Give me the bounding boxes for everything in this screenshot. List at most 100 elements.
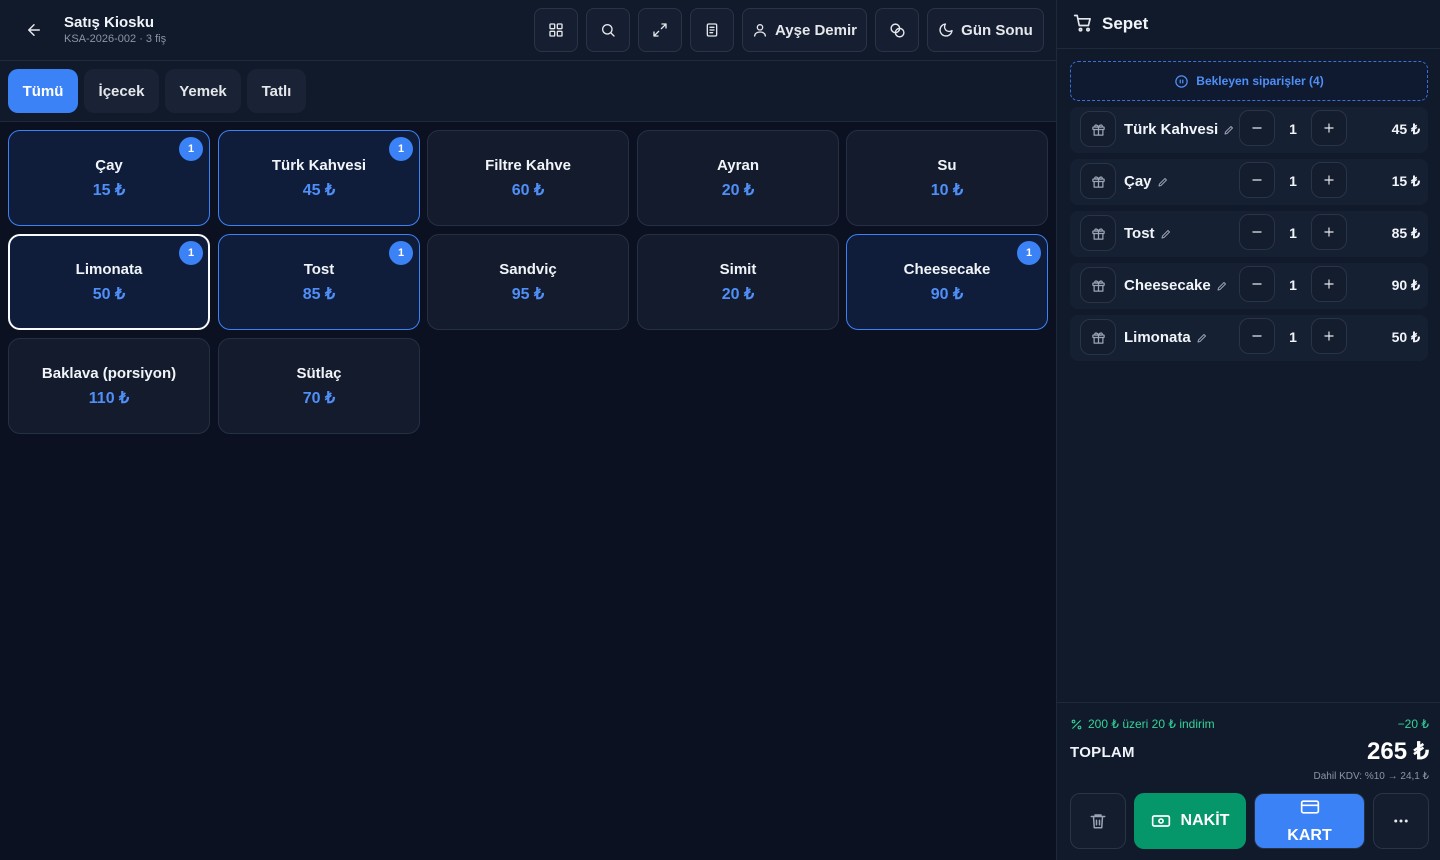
tab-drinks[interactable]: İçecek	[84, 69, 159, 113]
clear-cart-button[interactable]	[1070, 793, 1126, 849]
search-button[interactable]	[586, 8, 630, 52]
cart-item-qty: 1	[1289, 121, 1297, 137]
card-payment-button[interactable]: KART	[1254, 793, 1365, 849]
discount-amount: −20 ₺	[1397, 717, 1429, 731]
pencil-icon	[1157, 176, 1169, 188]
cart-icon	[1073, 13, 1093, 33]
decrease-qty-button[interactable]	[1239, 318, 1275, 354]
gift-button[interactable]	[1080, 111, 1116, 147]
user-button[interactable]: Ayşe Demir	[742, 8, 867, 52]
increase-qty-button[interactable]	[1311, 266, 1347, 302]
product-card[interactable]: Su 10 ₺	[846, 130, 1048, 226]
product-card[interactable]: Cheesecake 90 ₺ 1	[846, 234, 1048, 330]
grid-icon	[548, 22, 564, 38]
cart-item-name[interactable]: Cheesecake	[1124, 277, 1228, 294]
cash-drawer-button[interactable]	[875, 8, 919, 52]
gift-button[interactable]	[1080, 163, 1116, 199]
pending-orders-button[interactable]: Bekleyen siparişler (4)	[1070, 61, 1428, 101]
decrease-qty-button[interactable]	[1239, 110, 1275, 146]
cart-item-row: Cheesecake 1 90 ₺	[1070, 263, 1428, 309]
cart-item-label: Cheesecake	[1124, 277, 1211, 294]
product-name: Cheesecake	[903, 260, 991, 278]
decrease-qty-button[interactable]	[1239, 266, 1275, 302]
vat-info: Dahil KDV: %10 → 24,1 ₺	[1313, 771, 1430, 782]
product-name: Simit	[719, 260, 757, 278]
cart-item-name[interactable]: Limonata	[1124, 329, 1208, 346]
cash-payment-button[interactable]: NAKİT	[1134, 793, 1246, 849]
cart-item-price: 90 ₺	[1391, 277, 1420, 293]
product-card[interactable]: Türk Kahvesi 45 ₺ 1	[218, 130, 420, 226]
receipt-icon	[704, 22, 720, 38]
product-price: 60 ₺	[511, 181, 545, 199]
back-arrow-icon	[25, 21, 43, 39]
product-name: Baklava (porsiyon)	[41, 364, 177, 382]
gift-icon	[1091, 330, 1106, 345]
more-options-button[interactable]	[1373, 793, 1429, 849]
back-button[interactable]	[18, 14, 50, 46]
plus-icon	[1322, 173, 1336, 187]
card-label: KART	[1287, 827, 1332, 844]
product-name: Sütlaç	[296, 364, 342, 382]
cart-item-qty: 1	[1289, 329, 1297, 345]
product-area: Satış Kiosku KSA-2026-002 · 3 fiş Ayşe D…	[0, 0, 1056, 860]
product-price: 10 ₺	[930, 181, 964, 199]
pencil-icon	[1196, 332, 1208, 344]
product-card[interactable]: Simit 20 ₺	[637, 234, 839, 330]
tab-food[interactable]: Yemek	[165, 69, 241, 113]
tab-desserts[interactable]: Tatlı	[247, 69, 306, 113]
decrease-qty-button[interactable]	[1239, 162, 1275, 198]
product-name: Ayran	[717, 156, 759, 174]
cart-item-name[interactable]: Çay	[1124, 173, 1169, 190]
increase-qty-button[interactable]	[1311, 318, 1347, 354]
product-card[interactable]: Sütlaç 70 ₺	[218, 338, 420, 434]
more-icon	[1392, 812, 1410, 830]
product-card[interactable]: Çay 15 ₺ 1	[8, 130, 210, 226]
cart-count-badge: 1	[179, 241, 203, 265]
product-card[interactable]: Baklava (porsiyon) 110 ₺	[8, 338, 210, 434]
product-card[interactable]: Ayran 20 ₺	[637, 130, 839, 226]
app-subtitle: KSA-2026-002 · 3 fiş	[64, 33, 167, 45]
receipts-button[interactable]	[690, 8, 734, 52]
plus-icon	[1322, 121, 1336, 135]
product-card[interactable]: Limonata 50 ₺ 1	[8, 234, 210, 330]
product-card[interactable]: Tost 85 ₺ 1	[218, 234, 420, 330]
product-price: 50 ₺	[92, 285, 126, 303]
grid-view-button[interactable]	[534, 8, 578, 52]
decrease-qty-button[interactable]	[1239, 214, 1275, 250]
day-end-button[interactable]: Gün Sonu	[927, 8, 1044, 52]
discount-info: 200 ₺ üzeri 20 ₺ indirim	[1070, 717, 1215, 731]
product-name: Tost	[303, 260, 335, 278]
minus-icon	[1250, 173, 1264, 187]
cart-item-qty: 1	[1289, 225, 1297, 241]
day-end-label: Gün Sonu	[961, 21, 1033, 39]
cart-item-price: 85 ₺	[1391, 225, 1420, 241]
product-card[interactable]: Sandviç 95 ₺	[427, 234, 629, 330]
percent-icon	[1070, 718, 1083, 731]
minus-icon	[1250, 225, 1264, 239]
top-bar: Satış Kiosku KSA-2026-002 · 3 fiş Ayşe D…	[0, 0, 1056, 61]
cart-count-badge: 1	[179, 137, 203, 161]
cart-item-price: 50 ₺	[1391, 329, 1420, 345]
gift-button[interactable]	[1080, 267, 1116, 303]
tab-all[interactable]: Tümü	[8, 69, 78, 113]
search-icon	[600, 22, 616, 38]
product-name: Türk Kahvesi	[271, 156, 367, 174]
cash-label: NAKİT	[1180, 812, 1230, 829]
gift-button[interactable]	[1080, 319, 1116, 355]
cart-item-name[interactable]: Tost	[1124, 225, 1172, 242]
fullscreen-button[interactable]	[638, 8, 682, 52]
total-label: TOPLAM	[1070, 744, 1135, 761]
gift-button[interactable]	[1080, 215, 1116, 251]
gift-icon	[1091, 278, 1106, 293]
minus-icon	[1250, 277, 1264, 291]
product-card[interactable]: Filtre Kahve 60 ₺	[427, 130, 629, 226]
pencil-icon	[1216, 280, 1228, 292]
increase-qty-button[interactable]	[1311, 214, 1347, 250]
increase-qty-button[interactable]	[1311, 110, 1347, 146]
gift-icon	[1091, 226, 1106, 241]
increase-qty-button[interactable]	[1311, 162, 1347, 198]
product-name: Limonata	[75, 260, 143, 278]
cart-item-name[interactable]: Türk Kahvesi	[1124, 121, 1235, 138]
credit-card-icon	[1300, 797, 1320, 817]
user-name: Ayşe Demir	[775, 21, 857, 39]
